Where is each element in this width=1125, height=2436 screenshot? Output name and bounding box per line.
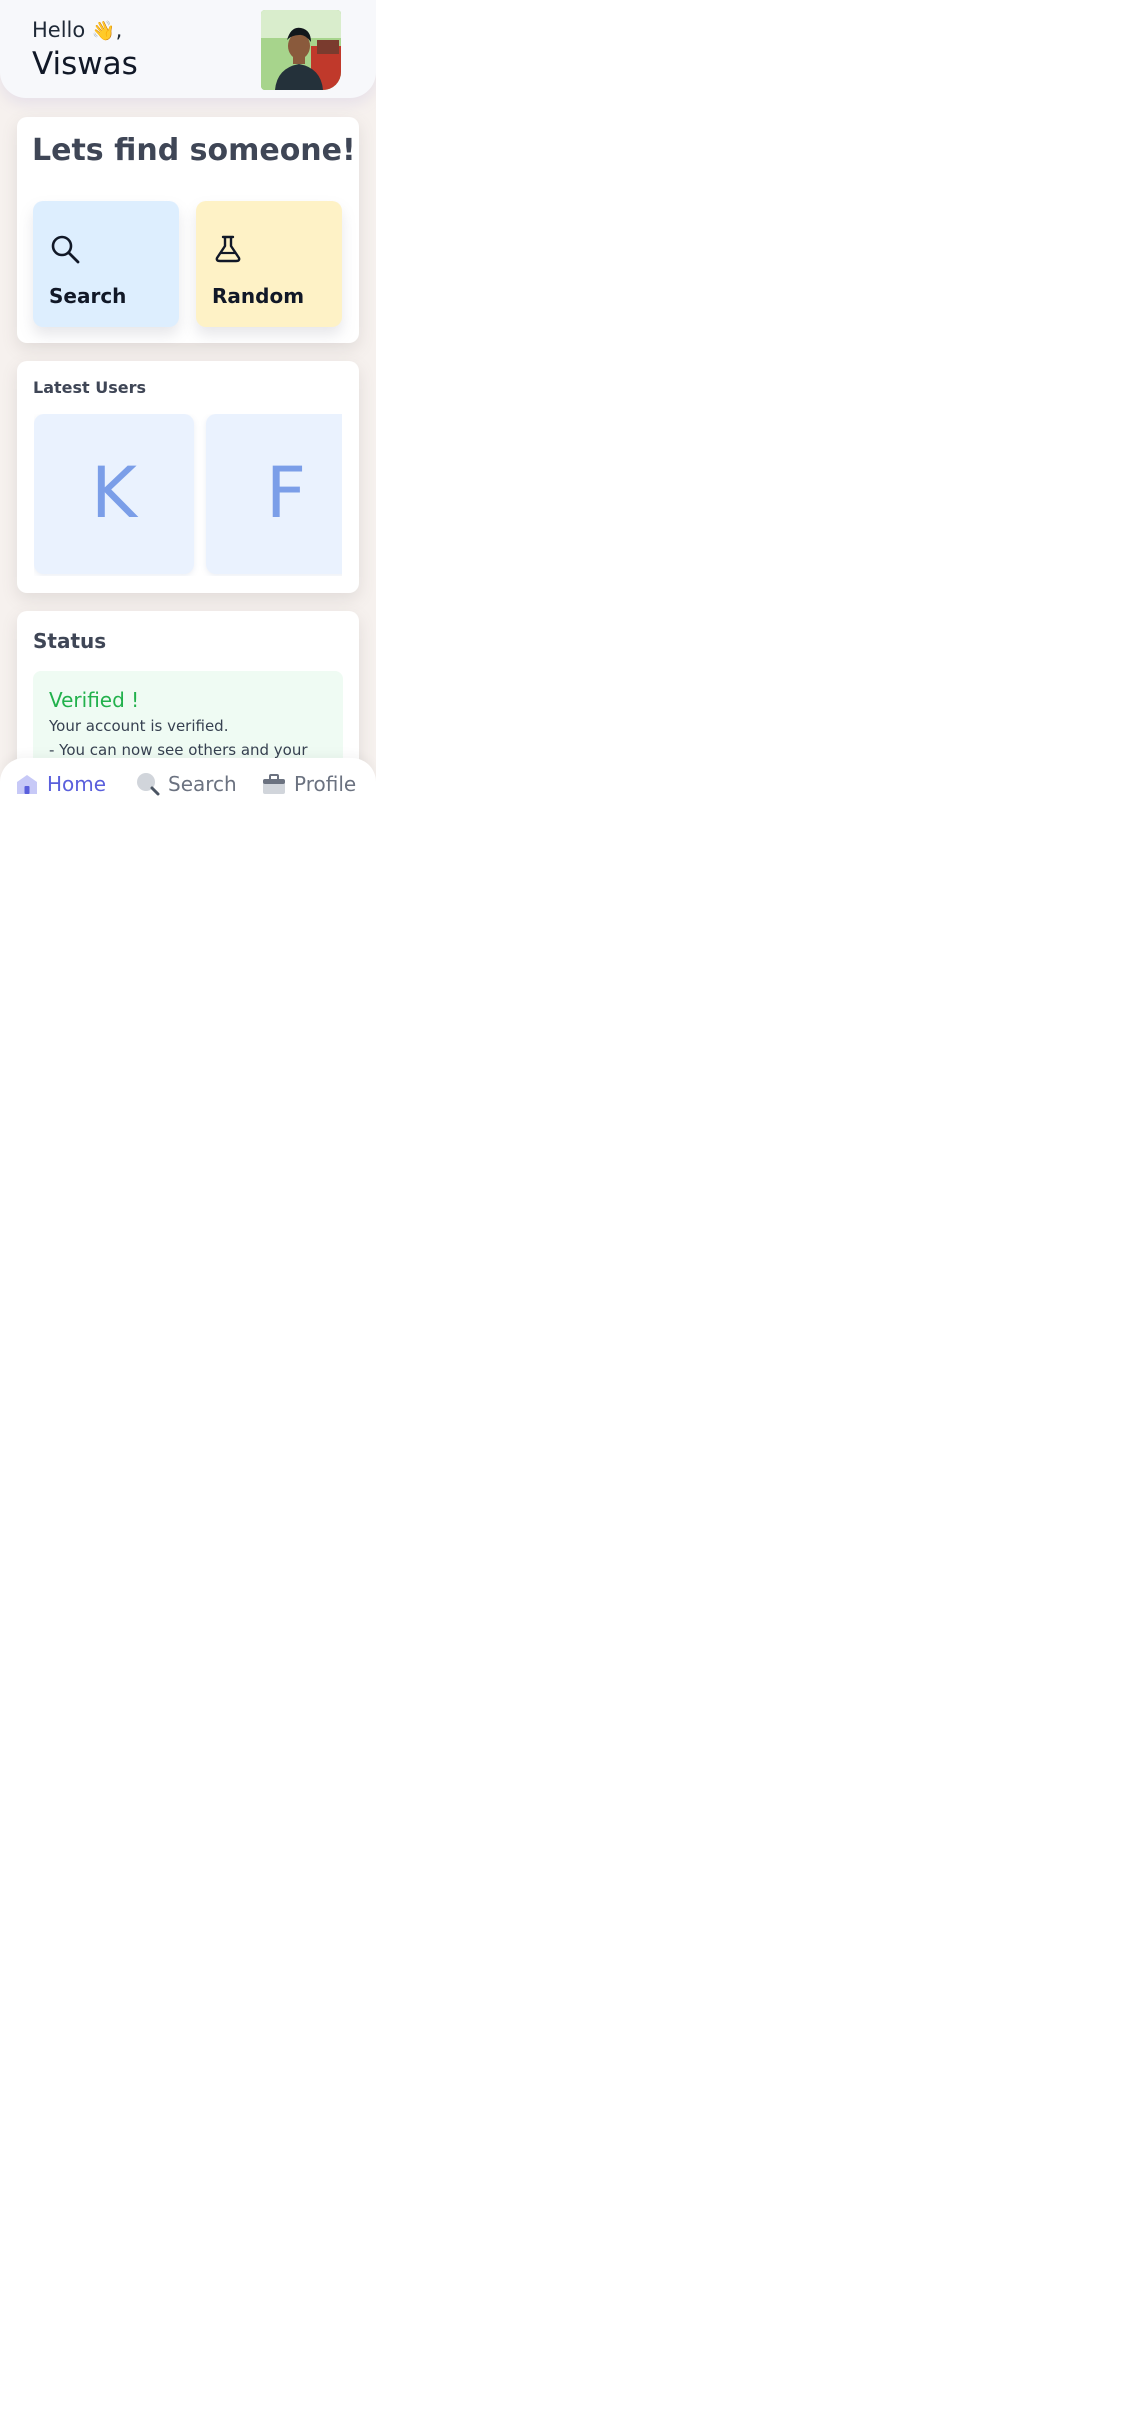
nav-profile[interactable]: Profile bbox=[262, 770, 356, 798]
nav-search-label: Search bbox=[168, 772, 237, 796]
wave-icon: 👋 bbox=[91, 20, 116, 42]
random-tile-label: Random bbox=[212, 284, 305, 308]
bottom-nav: Home Search Profile bbox=[0, 758, 376, 805]
latest-users-title: Latest Users bbox=[33, 378, 147, 397]
search-tile-label: Search bbox=[49, 284, 127, 308]
search-tile[interactable]: Search bbox=[33, 201, 179, 327]
user-card[interactable]: K bbox=[34, 414, 194, 574]
user-initial: K bbox=[91, 452, 137, 534]
status-title: Status bbox=[33, 629, 107, 653]
greeting-text: Hello bbox=[32, 18, 86, 42]
user-initial: F bbox=[265, 452, 307, 534]
latest-users-card: Latest Users K F bbox=[17, 361, 359, 593]
status-line: Your account is verified. bbox=[49, 717, 229, 735]
status-line: - You can now see others and your bbox=[49, 741, 308, 759]
app-screen: Hello 👋, Viswas Lets find someone! Searc… bbox=[0, 0, 376, 805]
user-name: Viswas bbox=[32, 46, 138, 82]
greeting: Hello 👋, bbox=[32, 18, 122, 42]
nav-home[interactable]: Home bbox=[15, 770, 106, 798]
random-tile[interactable]: Random bbox=[196, 201, 342, 327]
latest-users-list[interactable]: K F bbox=[34, 414, 342, 576]
user-card[interactable]: F bbox=[206, 414, 342, 574]
briefcase-icon bbox=[263, 774, 285, 794]
flask-icon bbox=[215, 235, 241, 263]
nav-profile-label: Profile bbox=[294, 772, 357, 796]
search-icon bbox=[137, 773, 160, 796]
home-icon bbox=[17, 775, 37, 794]
nav-home-label: Home bbox=[47, 772, 107, 796]
user-photo-icon bbox=[261, 10, 341, 90]
header: Hello 👋, Viswas bbox=[0, 0, 376, 98]
search-icon bbox=[51, 235, 80, 264]
greeting-suffix: , bbox=[115, 18, 123, 42]
avatar[interactable] bbox=[261, 10, 341, 90]
find-title: Lets find someone! bbox=[32, 133, 356, 168]
find-card: Lets find someone! Search Random bbox=[17, 117, 359, 343]
status-heading: Verified ! bbox=[49, 688, 140, 712]
nav-search[interactable]: Search bbox=[136, 770, 237, 798]
